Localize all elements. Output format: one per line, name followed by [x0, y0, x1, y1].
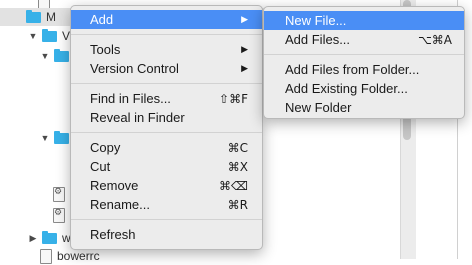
file-icon	[40, 248, 52, 264]
menu-item-tools[interactable]: Tools ▶	[71, 40, 262, 59]
menu-item-rename[interactable]: Rename... ⌘R	[71, 195, 262, 214]
menu-item-label: New File...	[285, 13, 347, 28]
menu-item-cut[interactable]: Cut ⌘X	[71, 157, 262, 176]
menu-item-add[interactable]: Add ▶	[71, 10, 262, 29]
folder-icon	[54, 130, 69, 144]
menu-item-shortcut: ⇧⌘F	[219, 91, 248, 106]
add-submenu: New File... Add Files... ⌥⌘A Add Files from…	[263, 6, 465, 119]
menu-item-reveal-in-finder[interactable]: Reveal in Finder	[71, 108, 262, 127]
folder-icon	[42, 230, 57, 244]
folder-icon	[26, 9, 41, 23]
menu-item-label: Remove	[90, 178, 139, 193]
disclosure-collapsed-icon[interactable]: ▶	[28, 233, 38, 243]
disclosure-expanded-icon[interactable]: ▼	[40, 51, 50, 61]
disclosure-expanded-icon[interactable]: ▼	[28, 31, 38, 41]
submenu-arrow-icon: ▶	[241, 63, 248, 74]
context-menu: Add ▶ Tools ▶ Version Control ▶ Find in Files.…	[70, 5, 263, 250]
menu-separator	[71, 219, 262, 220]
menu-item-label: Add Files...	[285, 32, 351, 47]
menu-item-new-folder[interactable]: New Folder	[264, 98, 464, 117]
menu-item-label: Add Existing Folder...	[285, 81, 408, 96]
menu-item-label: Find in Files...	[90, 91, 171, 106]
tree-row-label: bowerrc	[57, 249, 100, 263]
menu-item-version-control[interactable]: Version Control ▶	[71, 59, 262, 78]
disclosure-expanded-icon[interactable]: ▼	[40, 133, 50, 143]
menu-item-add-files[interactable]: Add Files... ⌥⌘A	[264, 30, 464, 49]
menu-item-find-in-files[interactable]: Find in Files... ⇧⌘F	[71, 89, 262, 108]
menu-item-shortcut: ⌘⌫	[219, 178, 248, 193]
folder-icon	[54, 48, 69, 62]
menu-separator	[71, 83, 262, 84]
menu-item-label: Tools	[90, 42, 121, 57]
menu-item-copy[interactable]: Copy ⌘C	[71, 138, 262, 157]
menu-item-label: Rename...	[90, 197, 150, 212]
menu-item-shortcut: ⌘R	[227, 197, 248, 212]
menu-item-add-existing-folder[interactable]: Add Existing Folder...	[264, 79, 464, 98]
menu-item-label: Version Control	[90, 61, 179, 76]
tree-row-label: M	[46, 10, 56, 24]
menu-item-label: Cut	[90, 159, 111, 174]
menu-separator	[71, 34, 262, 35]
menu-item-shortcut: ⌥⌘A	[417, 32, 452, 47]
menu-separator	[71, 132, 262, 133]
submenu-arrow-icon: ▶	[241, 14, 248, 25]
menu-item-label: New Folder	[285, 100, 352, 115]
submenu-arrow-icon: ▶	[241, 44, 248, 55]
menu-item-remove[interactable]: Remove ⌘⌫	[71, 176, 262, 195]
tree-row[interactable]	[53, 185, 71, 203]
menu-item-refresh[interactable]: Refresh	[71, 225, 262, 244]
menu-item-label: Copy	[90, 140, 121, 155]
menu-item-shortcut: ⌘C	[227, 140, 248, 155]
tree-row[interactable]	[53, 206, 71, 224]
menu-item-label: Add	[90, 12, 114, 27]
menu-separator	[264, 54, 464, 55]
menu-item-shortcut: ⌘X	[227, 159, 248, 174]
folder-icon	[42, 28, 57, 42]
config-file-icon	[53, 186, 65, 202]
menu-item-new-file[interactable]: New File...	[264, 11, 464, 30]
menu-item-label: Add Files from Folder...	[285, 62, 420, 77]
menu-item-label: Reveal in Finder	[90, 110, 185, 125]
menu-item-label: Refresh	[90, 227, 136, 242]
menu-item-add-files-from-folder[interactable]: Add Files from Folder...	[264, 60, 464, 79]
config-file-icon	[53, 207, 65, 223]
